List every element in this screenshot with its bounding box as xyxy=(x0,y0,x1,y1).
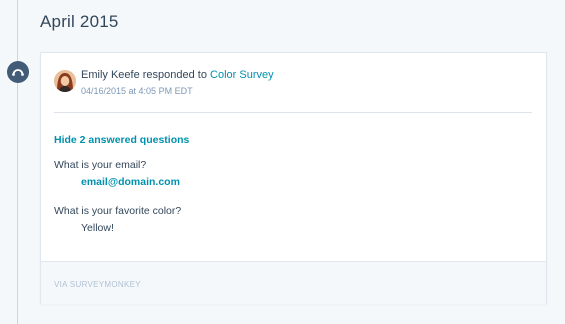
event-verb: responded to xyxy=(142,69,207,81)
month-header: April 2015 xyxy=(40,12,119,31)
survey-icon xyxy=(7,61,29,83)
event-headline: Emily Keefe responded to Color Survey xyxy=(81,69,274,81)
card-footer: VIA SURVEYMONKEY xyxy=(41,261,546,304)
divider xyxy=(54,112,532,113)
survey-response-card: Emily Keefe responded to Color Survey 04… xyxy=(40,52,547,304)
event-timestamp: 04/16/2015 at 4:05 PM EDT xyxy=(81,86,193,96)
timeline-line xyxy=(17,0,18,324)
answer-email-link[interactable]: email@domain.com xyxy=(81,176,180,188)
question-label: What is your favorite color? xyxy=(54,205,182,217)
card-body: Emily Keefe responded to Color Survey 04… xyxy=(41,53,546,261)
avatar xyxy=(54,70,76,92)
source-label: VIA SURVEYMONKEY xyxy=(54,280,141,289)
answer-text: Yellow! xyxy=(81,222,114,234)
survey-link[interactable]: Color Survey xyxy=(210,69,274,81)
hide-answers-toggle[interactable]: Hide 2 answered questions xyxy=(54,134,189,146)
contact-name[interactable]: Emily Keefe xyxy=(81,69,140,81)
question-label: What is your email? xyxy=(54,159,147,171)
